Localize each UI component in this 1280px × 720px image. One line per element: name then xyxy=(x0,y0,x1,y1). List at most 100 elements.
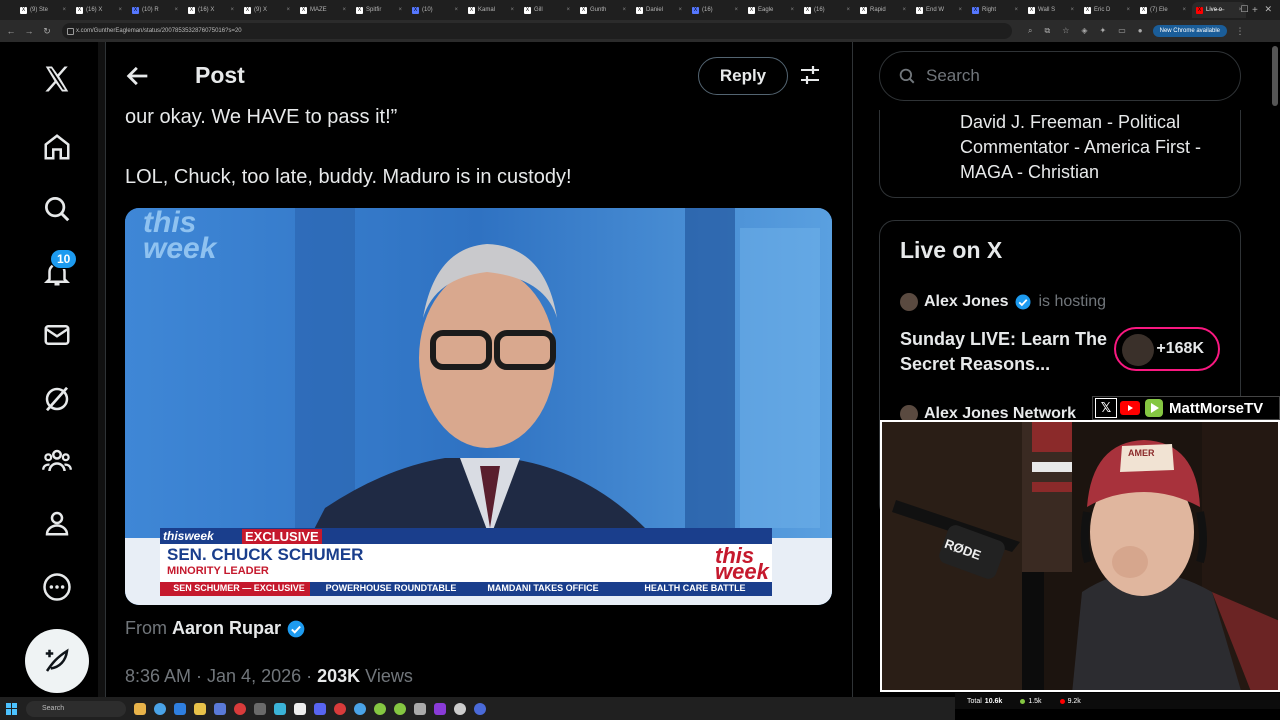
post-video-player[interactable]: this week thisweek EXCLUSIVE SEN. CHUCK S… xyxy=(125,208,832,605)
tab-favicon-icon: X xyxy=(860,6,867,14)
app-icon[interactable] xyxy=(414,702,426,715)
live-host-row[interactable]: Alex Jones is hosting xyxy=(900,293,1106,311)
profile-icon[interactable]: ● xyxy=(1138,26,1143,36)
tab-close-icon[interactable]: × xyxy=(678,7,682,13)
reload-icon[interactable]: ↻ xyxy=(40,26,54,37)
split-icon[interactable]: ▭ xyxy=(1118,26,1126,36)
profile-icon[interactable] xyxy=(38,504,76,542)
extensions-puzzle-icon[interactable]: ✦ xyxy=(1100,26,1107,36)
rumble-studio-icon[interactable] xyxy=(394,702,406,715)
tab-close-icon[interactable]: × xyxy=(118,7,122,13)
attribution-author-link[interactable]: Aaron Rupar xyxy=(172,618,281,639)
discord-icon[interactable] xyxy=(314,702,326,715)
tab-close-icon[interactable]: × xyxy=(510,7,514,13)
telegram-icon[interactable] xyxy=(274,702,286,715)
browser-tab[interactable]: X Spitfir × xyxy=(352,2,406,18)
app-icon-purple[interactable] xyxy=(434,702,446,715)
menu-kebab-icon[interactable]: ⋮ xyxy=(1233,26,1247,37)
search-input[interactable] xyxy=(926,66,1226,86)
browser-tab[interactable]: X Daniel × xyxy=(632,2,686,18)
browser-back-icon[interactable]: ← xyxy=(4,26,18,36)
extension-icon[interactable]: ◈ xyxy=(1081,26,1087,36)
browser-tab[interactable]: X (10) R × xyxy=(128,2,182,18)
x-logo-icon[interactable] xyxy=(38,60,76,98)
obs-icon[interactable] xyxy=(294,702,306,715)
browser-tab[interactable]: X Eagle × xyxy=(744,2,798,18)
app-icon-blue[interactable] xyxy=(474,702,486,715)
tab-close-icon[interactable]: × xyxy=(958,7,962,13)
maximize-icon[interactable]: ☐ xyxy=(1240,4,1248,15)
app-icon-circle[interactable] xyxy=(454,702,466,715)
minimize-icon[interactable]: — xyxy=(1215,4,1224,15)
mail-app-icon[interactable] xyxy=(174,702,186,715)
url-field[interactable]: x.com/GuntherEagleman/status/20078535328… xyxy=(62,23,1012,39)
cast-icon[interactable]: ⧉ xyxy=(1044,26,1050,36)
tab-close-icon[interactable]: × xyxy=(1070,7,1074,13)
tab-close-icon[interactable]: × xyxy=(1182,7,1186,13)
browser-tab[interactable]: X Gunth × xyxy=(576,2,630,18)
widgets-icon[interactable] xyxy=(134,702,146,715)
tab-close-icon[interactable]: × xyxy=(846,7,850,13)
tab-close-icon[interactable]: × xyxy=(342,7,346,13)
search-icon[interactable] xyxy=(38,190,76,228)
tab-close-icon[interactable]: × xyxy=(1126,7,1130,13)
tab-close-icon[interactable]: × xyxy=(62,7,66,13)
store-icon[interactable] xyxy=(214,702,226,715)
chrome-profile-icon[interactable] xyxy=(334,702,346,715)
tab-close-icon[interactable]: × xyxy=(790,7,794,13)
more-options-icon[interactable] xyxy=(38,568,76,606)
browser-forward-icon[interactable]: → xyxy=(22,26,36,36)
browser-tab[interactable]: X Kamal × xyxy=(464,2,518,18)
browser-tab[interactable]: X (10) × xyxy=(408,2,462,18)
chrome-icon[interactable] xyxy=(234,702,246,715)
browser-tab[interactable]: X End W × xyxy=(912,2,966,18)
tab-close-icon[interactable]: × xyxy=(174,7,178,13)
reply-button[interactable]: Reply xyxy=(698,57,788,95)
grok-icon[interactable] xyxy=(38,380,76,418)
close-icon[interactable]: ✕ xyxy=(1264,4,1272,15)
settings-app-icon[interactable] xyxy=(254,702,266,715)
messages-mail-icon[interactable] xyxy=(38,316,76,354)
edge-icon[interactable] xyxy=(154,702,166,715)
browser-tab[interactable]: X (16) × xyxy=(688,2,742,18)
browser-tab[interactable]: X (16) × xyxy=(800,2,854,18)
tab-close-icon[interactable]: × xyxy=(622,7,626,13)
post-timestamp[interactable]: 8:36 AM · Jan 4, 2026 · xyxy=(125,666,317,686)
browser-tab[interactable]: X MAZE × xyxy=(296,2,350,18)
tab-close-icon[interactable]: × xyxy=(398,7,402,13)
zoom-icon[interactable]: ⌕ xyxy=(1028,26,1032,36)
home-icon[interactable] xyxy=(38,128,76,166)
communities-icon[interactable] xyxy=(38,442,76,480)
browser-tab[interactable]: X (9) Ste × xyxy=(16,2,70,18)
live-space-title[interactable]: Sunday LIVE: Learn The Secret Reasons... xyxy=(900,327,1110,377)
tab-close-icon[interactable]: × xyxy=(454,7,458,13)
rumble-app-icon[interactable] xyxy=(374,702,386,715)
sliders-settings-icon[interactable] xyxy=(798,63,822,87)
tab-close-icon[interactable]: × xyxy=(286,7,290,13)
tab-close-icon[interactable]: × xyxy=(734,7,738,13)
browser-tab[interactable]: X (16) X × xyxy=(72,2,126,18)
browser-tab[interactable]: X Gill × xyxy=(520,2,574,18)
browser-tab[interactable]: X Right × xyxy=(968,2,1022,18)
browser-tab[interactable]: X Rapid × xyxy=(856,2,910,18)
browser-tab[interactable]: X (16) X × xyxy=(184,2,238,18)
windows-start-icon[interactable] xyxy=(6,702,18,715)
browser-tab[interactable]: X (9) X × xyxy=(240,2,294,18)
tab-close-icon[interactable]: × xyxy=(566,7,570,13)
sidebar-scrollbar[interactable] xyxy=(1272,46,1278,106)
compose-post-button[interactable] xyxy=(25,629,89,693)
browser-app-icon[interactable] xyxy=(354,702,366,715)
tab-close-icon[interactable]: × xyxy=(1014,7,1018,13)
tab-close-icon[interactable]: × xyxy=(902,7,906,13)
star-icon[interactable]: ☆ xyxy=(1062,26,1069,36)
back-arrow-icon[interactable] xyxy=(124,62,152,90)
file-explorer-icon[interactable] xyxy=(194,702,206,715)
browser-tab[interactable]: X (7) Ele × xyxy=(1136,2,1190,18)
live-listeners-pill[interactable]: +168K xyxy=(1114,327,1220,371)
tab-close-icon[interactable]: × xyxy=(230,7,234,13)
taskbar-search[interactable]: Search xyxy=(26,700,126,717)
search-box[interactable] xyxy=(879,51,1241,101)
browser-tab[interactable]: X Wall S × xyxy=(1024,2,1078,18)
chrome-update-button[interactable]: New Chrome available xyxy=(1152,25,1228,37)
browser-tab[interactable]: X Eric D × xyxy=(1080,2,1134,18)
